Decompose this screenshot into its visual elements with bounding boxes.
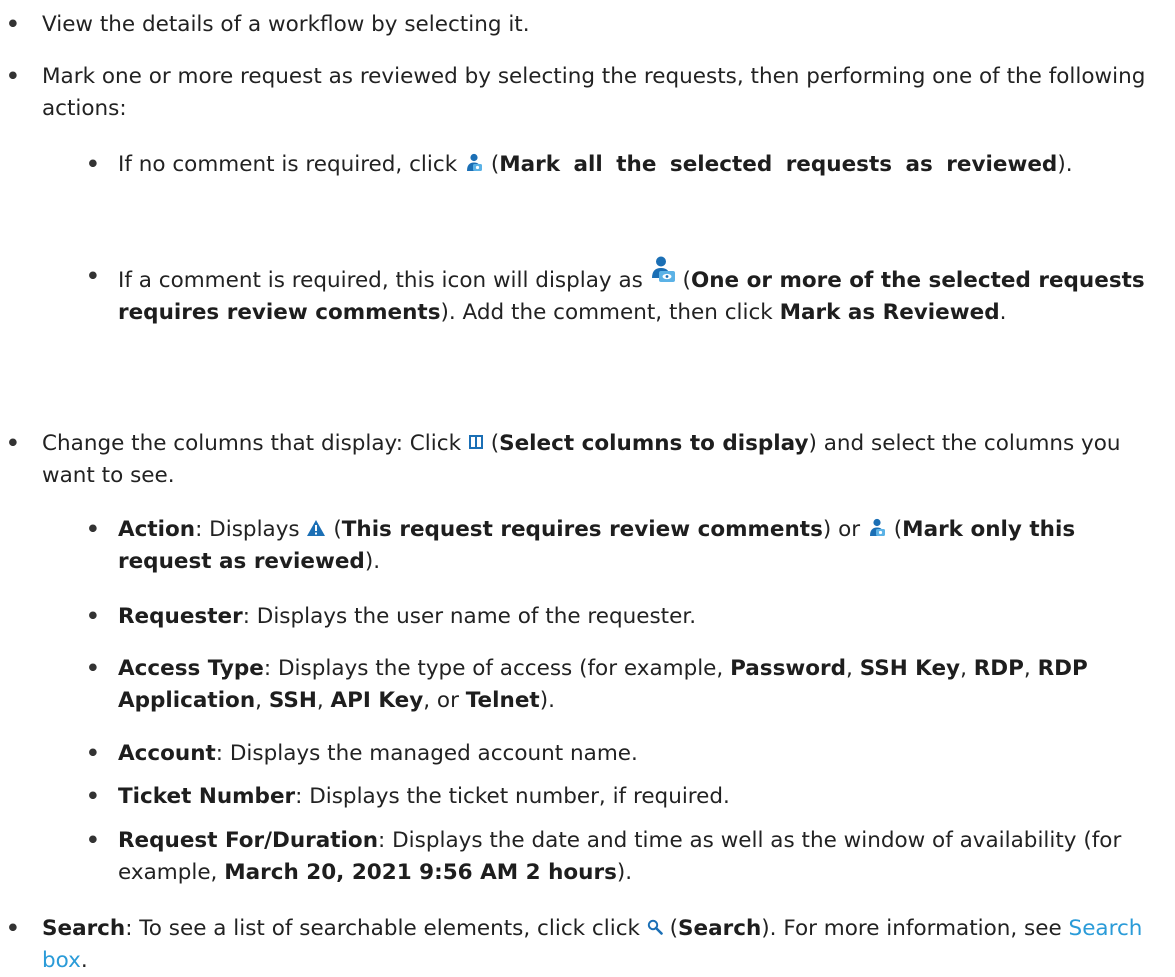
separator: , [960, 656, 974, 681]
ticket-number-label: Ticket Number [118, 784, 296, 809]
action-label: Action [118, 517, 196, 542]
or-text: , or [423, 688, 466, 713]
list-item-view-details: • View the details of a workflow by sele… [6, 9, 1157, 41]
bullet: • [86, 152, 100, 177]
list-item-change-columns: • Change the columns that display: Click… [6, 428, 1157, 492]
action-text: : Displays [195, 517, 307, 542]
person-reviewed-icon[interactable] [464, 153, 484, 173]
bullet: • [86, 656, 100, 681]
list-item-access-type: • Access Type: Displays the type of acce… [86, 653, 1163, 717]
period: . [999, 300, 1007, 325]
account-label: Account [118, 741, 216, 766]
change-columns-text: Change the columns that display: Click [42, 431, 468, 456]
search-bold-label: Search [678, 916, 762, 941]
paren-close: ). [1057, 152, 1073, 177]
access-value: API Key [330, 688, 424, 713]
bullet: • [6, 431, 20, 456]
list-item-mark-reviewed: • Mark one or more request as reviewed b… [6, 61, 1157, 125]
account-text: : Displays the managed account name. [215, 741, 638, 766]
list-item-search: • Search: To see a list of searchable el… [6, 913, 1157, 977]
request-for-label: Request For/Duration [118, 828, 379, 853]
period: . [80, 948, 88, 973]
list-item-account: • Account: Displays the managed account … [86, 738, 1163, 770]
separator: , [846, 656, 860, 681]
search-label: Search [42, 916, 126, 941]
bullet: • [6, 12, 20, 37]
person-comment-required-icon[interactable] [650, 256, 676, 286]
mark-all-selected-label: Mark all the selected requests as review… [499, 152, 1058, 177]
separator: , [316, 688, 331, 713]
request-for-example: March 20, 2021 9:56 AM 2 hours [224, 860, 617, 885]
bullet: • [86, 828, 100, 853]
paren-close: ). [539, 688, 555, 713]
select-columns-icon[interactable] [468, 434, 484, 450]
access-value: Password [730, 656, 847, 681]
warning-triangle-icon[interactable] [306, 519, 326, 537]
bullet: • [86, 517, 100, 542]
access-value: Telnet [465, 688, 540, 713]
access-type-text: : Displays the type of access (for examp… [263, 656, 731, 681]
help-page: • View the details of a workflow by sele… [0, 0, 1175, 973]
paren-open: ( [483, 152, 500, 177]
requires-review-comments-label: This request requires review comments [341, 517, 823, 542]
bullet: • [6, 916, 20, 941]
ticket-number-text: : Displays the ticket number, if require… [295, 784, 730, 809]
list-item-no-comment: • If no comment is required, click (Mark… [86, 149, 1163, 181]
person-reviewed-icon[interactable] [867, 518, 887, 538]
select-columns-label: Select columns to display [499, 431, 809, 456]
paren-open: ( [326, 517, 342, 542]
bullet: • [86, 741, 100, 766]
comment-required-mid: ). Add the comment, then click [440, 300, 780, 325]
mark-as-reviewed-label: Mark as Reviewed [779, 300, 1000, 325]
paren-open: ( [662, 916, 679, 941]
bullet: • [6, 64, 20, 89]
comment-required-text: If a comment is required, this icon will… [118, 268, 650, 293]
list-item-action: • Action: Displays (This request require… [86, 514, 1163, 578]
access-value: RDP [973, 656, 1024, 681]
or-text: ) or [822, 517, 867, 542]
separator: , [1023, 656, 1038, 681]
paren-close: ). [616, 860, 633, 885]
paren-open: ( [886, 517, 903, 542]
no-comment-text: If no comment is required, click [118, 152, 464, 177]
list-item-comment-required: • If a comment is required, this icon wi… [86, 256, 1163, 329]
access-value: SSH Key [859, 656, 961, 681]
search-post-text: ). For more information, see [761, 916, 1069, 941]
view-details-text: View the details of a workflow by select… [42, 12, 530, 37]
search-text: : To see a list of searchable elements, … [125, 916, 647, 941]
requester-label: Requester [118, 604, 243, 629]
bullet: • [86, 264, 100, 289]
bullet: • [86, 604, 100, 629]
list-item-ticket-number: • Ticket Number: Displays the ticket num… [86, 781, 1163, 813]
access-type-label: Access Type [118, 656, 264, 681]
access-value: SSH [268, 688, 317, 713]
list-item-requester: • Requester: Displays the user name of t… [86, 601, 1163, 633]
separator: , [255, 688, 269, 713]
paren-close: ). [364, 549, 381, 574]
paren-open: ( [483, 431, 500, 456]
bullet: • [86, 784, 100, 809]
list-item-request-for: • Request For/Duration: Displays the dat… [86, 825, 1163, 889]
magnifier-icon[interactable] [647, 919, 663, 935]
mark-reviewed-text: Mark one or more request as reviewed by … [42, 64, 1153, 121]
requester-text: : Displays the user name of the requeste… [242, 604, 697, 629]
paren-open: ( [675, 268, 691, 293]
